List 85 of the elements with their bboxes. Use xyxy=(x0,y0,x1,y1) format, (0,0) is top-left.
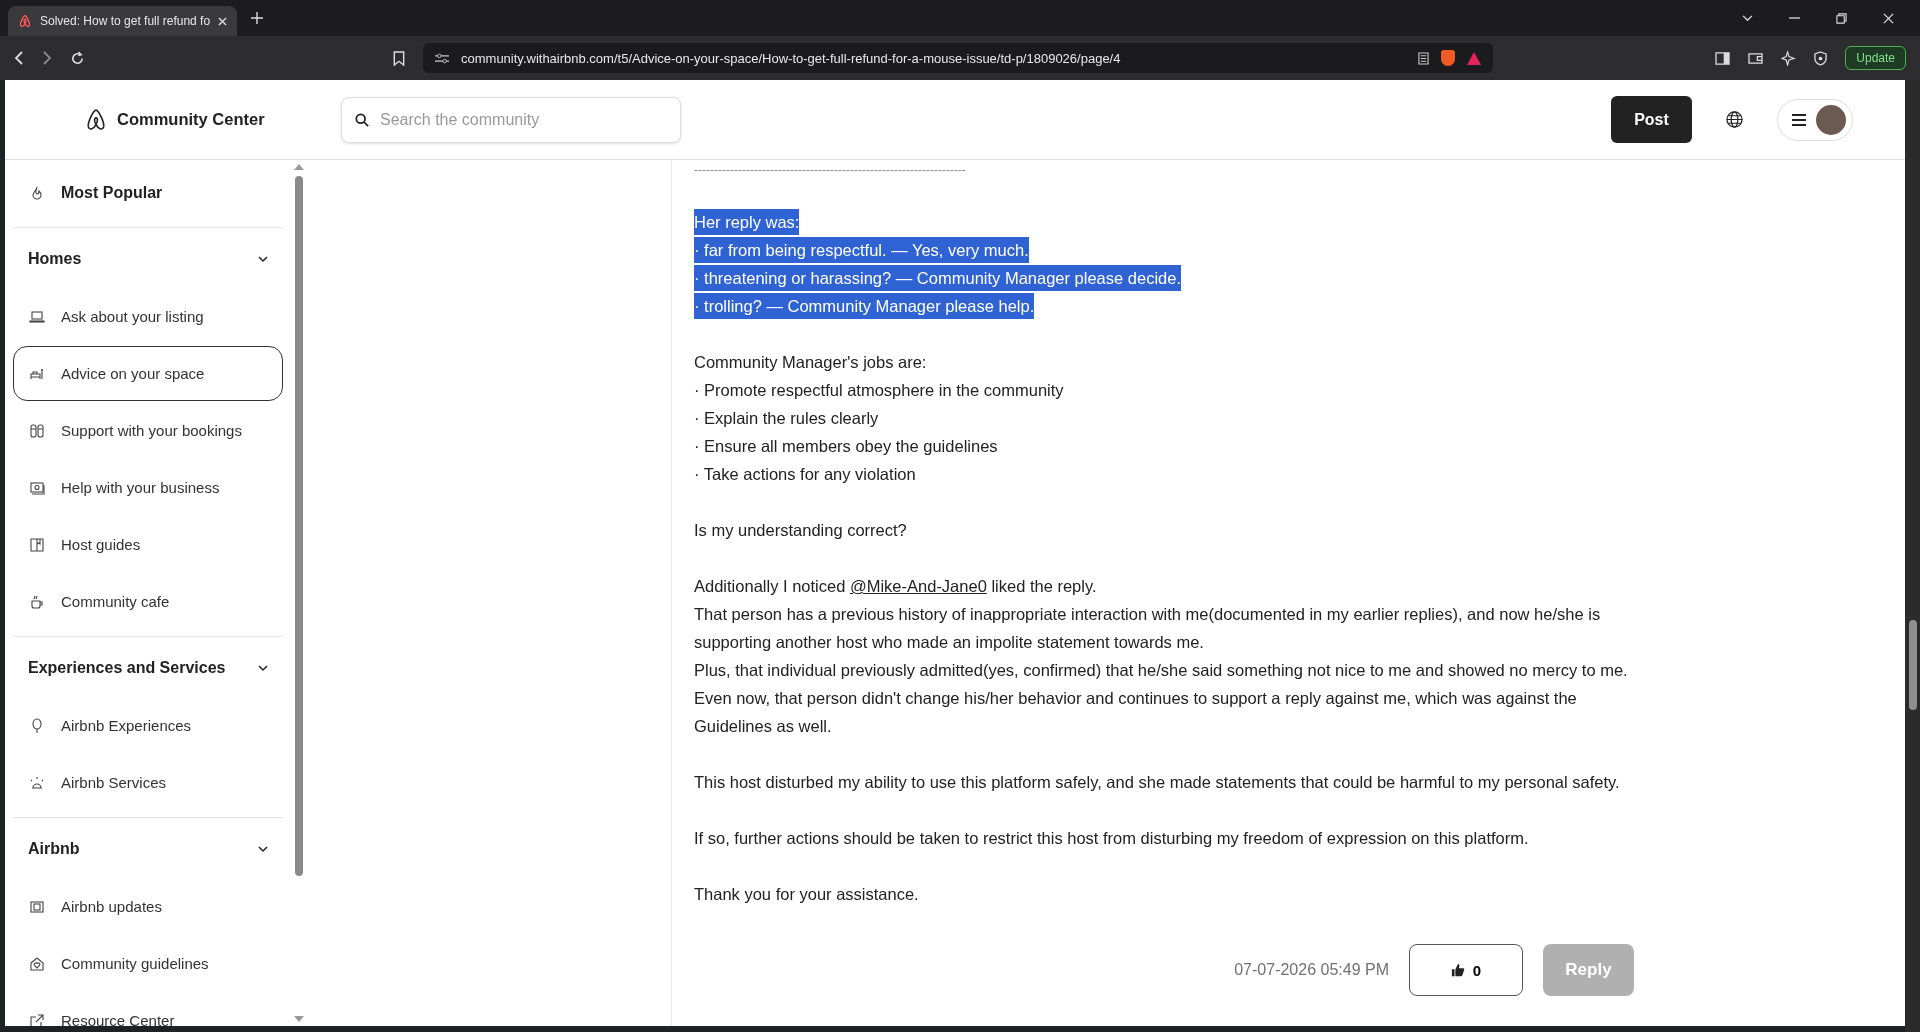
sidebar-item[interactable]: Airbnb Services xyxy=(13,755,283,810)
sidebar-item[interactable]: Ask about your listing xyxy=(13,289,283,344)
section-title[interactable]: Airbnb xyxy=(28,840,80,858)
reader-mode-icon[interactable] xyxy=(1418,51,1429,65)
paragraph-text: Her reply was: xyxy=(694,209,800,235)
balloon-icon xyxy=(29,717,45,734)
paragraph-text: That person has a previous history of inappropriate interaction with me(documented in my earlier replies), and now he/she is supporting another host who made an impolite statement towards me. xyxy=(694,605,1601,651)
thumbs-up-icon xyxy=(1450,963,1465,977)
laptop-icon xyxy=(29,308,45,325)
update-button[interactable]: Update xyxy=(1845,46,1906,70)
newspaper-icon xyxy=(29,898,45,915)
scroll-up-icon[interactable] xyxy=(294,164,304,170)
forward-icon[interactable] xyxy=(42,51,52,65)
url-text: community.withairbnb.com/t5/Advice-on-your-space/How-to-get-full-refund-for-a-mouse-issue/td-p/1809026/page/4 xyxy=(461,50,1122,66)
paragraph-text: · Ensure all members obey the guidelines xyxy=(694,437,998,455)
paragraph-text: Thank you for your assistance. xyxy=(694,885,919,903)
bell-icon xyxy=(29,774,45,791)
site-settings-icon xyxy=(435,52,449,64)
page-scrollbar[interactable] xyxy=(1905,80,1920,1032)
sidebar-item[interactable]: Resource Center xyxy=(13,993,283,1026)
banknote-icon xyxy=(29,479,45,496)
restore-icon[interactable] xyxy=(1836,12,1847,24)
chevron-icon[interactable] xyxy=(257,662,269,674)
chevron-down-icon[interactable] xyxy=(1742,14,1753,22)
sidebar-item[interactable]: Help with your business xyxy=(13,460,283,515)
paragraph-text: · threatening or harassing? — Community Manager please decide. xyxy=(694,265,1181,291)
triangle-icon[interactable] xyxy=(1467,51,1481,65)
wallet-icon[interactable] xyxy=(1748,51,1764,65)
back-icon[interactable] xyxy=(14,51,24,65)
sidebar-item[interactable]: Advice on your space xyxy=(13,346,283,401)
new-tab-icon[interactable] xyxy=(251,12,264,24)
paragraph-text: · Promote respectful atmosphere in the community xyxy=(694,381,1064,399)
airbnb-logo-icon xyxy=(85,107,107,132)
scrollbar[interactable] xyxy=(293,164,305,1022)
sidebar-item[interactable]: Most Popular xyxy=(13,165,283,220)
airbnb-logo-icon xyxy=(18,14,32,28)
paragraph-text: Is my understanding correct? xyxy=(694,521,907,539)
close-icon[interactable] xyxy=(1883,12,1894,24)
paragraph-text: This host disturbed my ability to use this platform safely, and she made statements that could be harmful to my personal safety. xyxy=(694,773,1620,791)
close-icon[interactable] xyxy=(218,16,228,26)
sidebar-item[interactable]: Community cafe xyxy=(13,574,283,629)
sparkle-icon[interactable] xyxy=(1781,50,1797,66)
paragraph-text: Additionally I noticed @Mike-And-Jane0 liked the reply. xyxy=(694,577,1097,595)
chevron-icon[interactable] xyxy=(257,253,269,265)
paragraph-text: · Take actions for any violation xyxy=(694,465,916,483)
tab-title: Solved: How to get full refund fo xyxy=(40,14,211,28)
flame-icon xyxy=(29,184,45,201)
paragraph-text: Plus, that individual previously admitted(yes, confirmed) that he/she said something not nice to me and showed no mercy to me. Even now, that person didn't change his/her behavior and continues to support a reply against me, which was against the Guidelines as well. xyxy=(694,661,1628,735)
section-title[interactable]: Experiences and Services xyxy=(28,659,226,677)
user-mention-link[interactable]: @Mike-And-Jane0 xyxy=(849,577,987,595)
paragraph-text: Community Manager's jobs are: xyxy=(694,353,927,371)
menu-icon xyxy=(1792,113,1806,126)
site-title: Community Center xyxy=(117,110,265,129)
paragraph-text: · trolling? — Community Manager please help. xyxy=(694,293,1035,319)
bookmark-icon[interactable] xyxy=(393,50,405,66)
scroll-down-icon[interactable] xyxy=(294,1016,304,1022)
like-button[interactable]: 0 xyxy=(1409,944,1523,996)
sidebar-item[interactable]: Host guides xyxy=(13,517,283,572)
globe-icon[interactable] xyxy=(1726,111,1743,128)
post-button[interactable]: Post xyxy=(1611,96,1692,143)
shield-icon[interactable] xyxy=(1441,50,1455,66)
shield-outline-icon[interactable] xyxy=(1814,50,1828,66)
paragraph-text: · far from being respectful. — Yes, very much. xyxy=(694,237,1029,263)
slippers-icon xyxy=(29,422,45,439)
sidebar-item[interactable]: Airbnb updates xyxy=(13,879,283,934)
section-title[interactable]: Homes xyxy=(28,250,82,268)
paragraph-text: If so, further actions should be taken to restrict this host from disturbing my freedom of expression on this platform. xyxy=(694,829,1529,847)
reload-icon[interactable] xyxy=(70,50,85,66)
book-icon xyxy=(29,536,45,553)
timestamp: 07-07-2026 05:49 PM xyxy=(1234,961,1389,979)
address-bar[interactable]: community.withairbnb.com/t5/Advice-on-your-space/How-to-get-full-refund-for-a-mouse-issue/td-p/1809026/page/4 xyxy=(423,43,1493,73)
paragraph-text: · Explain the rules clearly xyxy=(694,409,879,427)
sidebar-item[interactable]: Airbnb Experiences xyxy=(13,698,283,753)
avatar xyxy=(1816,104,1846,135)
external-link-icon xyxy=(29,1012,45,1026)
sidebar-icon[interactable] xyxy=(1715,51,1731,65)
separator-line: -------------------------------------------------------------------- xyxy=(694,162,966,179)
browser-tab[interactable]: Solved: How to get full refund fo xyxy=(8,6,238,36)
search-icon xyxy=(355,112,369,127)
sidebar-item[interactable]: Community guidelines xyxy=(13,936,283,991)
sidebar-item[interactable]: Support with your bookings xyxy=(13,403,283,458)
cup-icon xyxy=(29,593,45,610)
search-field[interactable]: Search the community xyxy=(341,96,681,143)
chevron-icon[interactable] xyxy=(257,843,269,855)
house-heart-icon xyxy=(29,955,45,972)
